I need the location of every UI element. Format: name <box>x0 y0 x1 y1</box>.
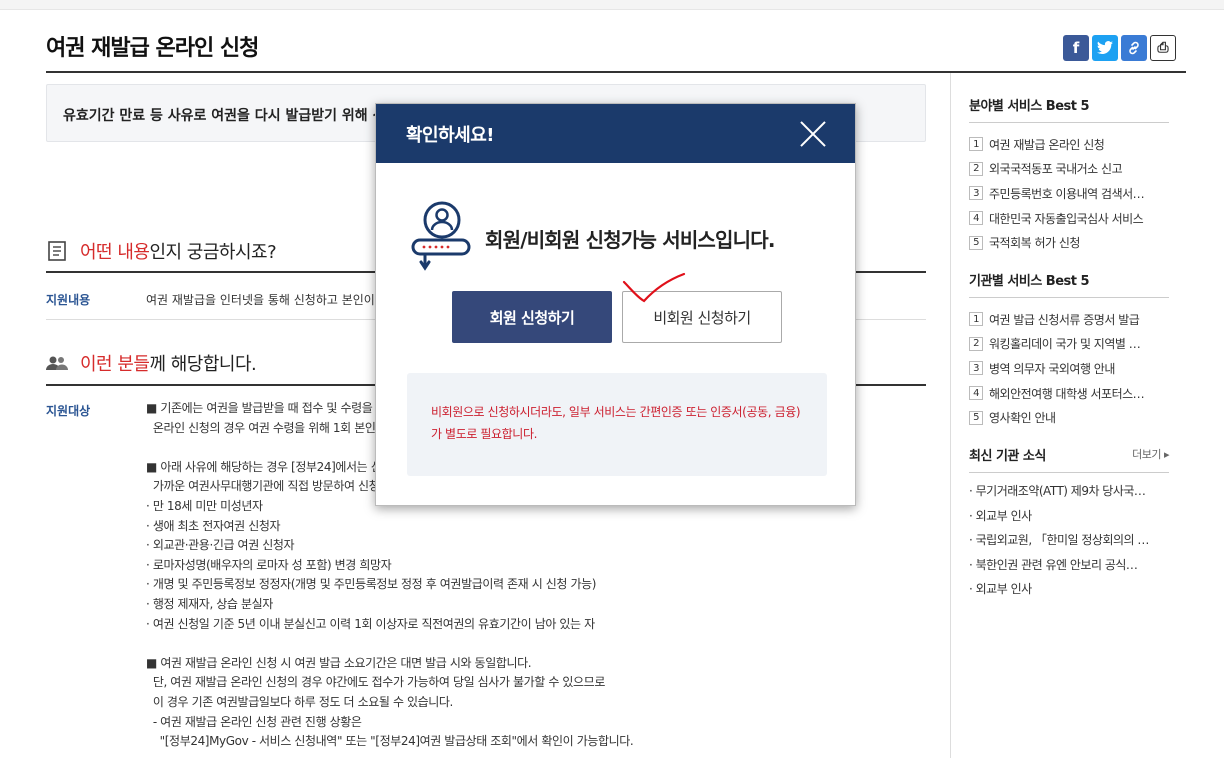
modal-header: 확인하세요! <box>376 104 855 163</box>
support-target-line: · 생애 최초 전자여권 신청자 <box>146 518 281 533</box>
news-item[interactable]: · 국립외교원, 「한미일 정상회의의 … <box>969 531 1169 556</box>
chain-link-icon <box>1129 41 1139 55</box>
support-content-label: 지원내용 <box>46 293 91 307</box>
top-bar <box>0 0 1224 10</box>
share-toolbar: f ⎙ <box>1063 35 1176 61</box>
red-checkmark-annotation <box>622 272 686 303</box>
best-agency-item[interactable]: 4 해외안전여행 대학생 서포터스… <box>969 381 1169 406</box>
page-title: 여권 재발급 온라인 신청 <box>46 36 259 61</box>
best-field-item[interactable]: 2 외국국적동포 국내거소 신고 <box>969 157 1169 182</box>
best-field-item[interactable]: 5 국적회복 허가 신청 <box>969 230 1169 255</box>
modal-message-text: 회원/비회원 신청가능 서비스입니다. <box>485 227 775 252</box>
support-target-line: "[정부24]MyGov - 서비스 신청내역" 또는 "[정부24]여권 발급… <box>146 734 634 749</box>
support-target-line: 단, 여권 재발급 온라인 신청의 경우 야간에도 접수가 가능하여 당일 심사… <box>146 675 606 690</box>
best-agency-title: 기관별 서비스 Best 5 <box>969 270 1169 298</box>
people-icon <box>46 352 68 374</box>
news-more-link[interactable]: 더보기 ▸ <box>1132 446 1169 462</box>
best-field-item[interactable]: 3 주민등록번호 이용내역 검색서… <box>969 181 1169 206</box>
notice-line-2: 가 별도로 필요합니다. <box>431 427 538 441</box>
document-icon <box>46 240 68 262</box>
support-target-line: 이 경우 기존 여권발급일보다 하루 정도 더 소요될 수 있습니다. <box>146 694 454 709</box>
title-divider <box>46 71 1186 73</box>
sidebar-news: 최신 기관 소식 더보기 ▸ · 무기거래조약(ATT) 제9차 당사국… · 외… <box>969 445 1169 605</box>
sidebar-best-agency: 기관별 서비스 Best 5 1 여권 발급 신청서류 증명서 발급 2 워킹홀리데… <box>969 270 1169 430</box>
sidebar-divider <box>950 73 951 758</box>
support-target-line: - 여권 재발급 온라인 신청 관련 진행 상황은 <box>146 714 362 729</box>
support-target-line: · 개명 및 주민등록정보 정정자(개명 및 주민등록정보 정정 후 여권발급이… <box>146 577 597 592</box>
twitter-bird-icon <box>1097 41 1113 54</box>
best-agency-item[interactable]: 2 워킹홀리데이 국가 및 지역별 … <box>969 332 1169 357</box>
section-what-heading-red: 어떤 내용 <box>80 242 150 263</box>
section-who-heading: 이런 분들께 해당합니다. <box>46 350 257 376</box>
best-agency-item[interactable]: 1 여권 발급 신청서류 증명서 발급 <box>969 307 1169 332</box>
support-target-line: · 행정 제재자, 상습 분실자 <box>146 596 273 611</box>
twitter-icon[interactable] <box>1092 35 1118 61</box>
news-item[interactable]: · 외교부 인사 <box>969 580 1169 605</box>
best-field-title: 분야별 서비스 Best 5 <box>969 95 1169 123</box>
section-what-heading-rest: 인지 궁금하시죠? <box>149 242 277 263</box>
best-agency-item[interactable]: 3 병역 의무자 국외여행 안내 <box>969 356 1169 381</box>
modal-message: 회원/비회원 신청가능 서비스입니다. <box>411 200 775 276</box>
print-icon[interactable]: ⎙ <box>1150 35 1176 61</box>
news-item[interactable]: · 외교부 인사 <box>969 507 1169 532</box>
facebook-icon[interactable]: f <box>1063 35 1089 61</box>
sidebar-best-field: 분야별 서비스 Best 5 1 여권 재발급 온라인 신청 2 외국국적동포 국내… <box>969 95 1169 255</box>
link-copy-icon[interactable] <box>1121 35 1147 61</box>
best-agency-item[interactable]: 5 영사확인 안내 <box>969 405 1169 430</box>
support-target-line: ■ 여권 재발급 온라인 신청 시 여권 발급 소요기간은 대면 발급 시와 동… <box>146 655 532 670</box>
confirm-modal: 확인하세요! 회원/비회원 신청가능 서비스입니다. 회원 신청하기 비회원 신… <box>375 103 856 506</box>
support-target-line: · 외교관·관용·긴급 여권 신청자 <box>146 538 295 553</box>
section-who-heading-red: 이런 분들 <box>80 354 150 375</box>
support-target-line <box>146 634 633 654</box>
support-target-line: · 여권 신청일 기준 5년 이내 분실신고 이력 1회 이상자로 직전여권의 … <box>146 616 595 631</box>
best-field-item[interactable]: 4 대한민국 자동출입국심사 서비스 <box>969 206 1169 231</box>
close-icon[interactable] <box>799 120 827 148</box>
modal-title: 확인하세요! <box>406 124 495 146</box>
support-target-line: · 로마자성명(배우자의 로마자 성 포함) 변경 희망자 <box>146 557 392 572</box>
summary-text: 유효기간 만료 등 사유로 여권을 다시 발급받기 위해 신 <box>63 108 386 124</box>
notice-line-1: 비회원으로 신청하시더라도, 일부 서비스는 간편인증 또는 인증서(공동, 금… <box>431 405 801 419</box>
support-target-label: 지원대상 <box>46 404 91 418</box>
member-search-icon <box>411 200 473 276</box>
news-title: 최신 기관 소식 더보기 ▸ <box>969 445 1169 473</box>
support-content-text: 여권 재발급을 인터넷을 통해 신청하고 본인이 지 <box>146 293 390 307</box>
member-apply-button[interactable]: 회원 신청하기 <box>452 291 612 343</box>
section-who-heading-rest: 께 해당합니다. <box>149 354 257 375</box>
news-item[interactable]: · 북한인권 관련 유엔 안보리 공식… <box>969 556 1169 581</box>
modal-notice: 비회원으로 신청하시더라도, 일부 서비스는 간편인증 또는 인증서(공동, 금… <box>407 373 827 476</box>
news-item[interactable]: · 무기거래조약(ATT) 제9차 당사국… <box>969 482 1169 507</box>
best-field-item[interactable]: 1 여권 재발급 온라인 신청 <box>969 132 1169 157</box>
section-what-heading: 어떤 내용인지 궁금하시죠? <box>46 238 277 264</box>
